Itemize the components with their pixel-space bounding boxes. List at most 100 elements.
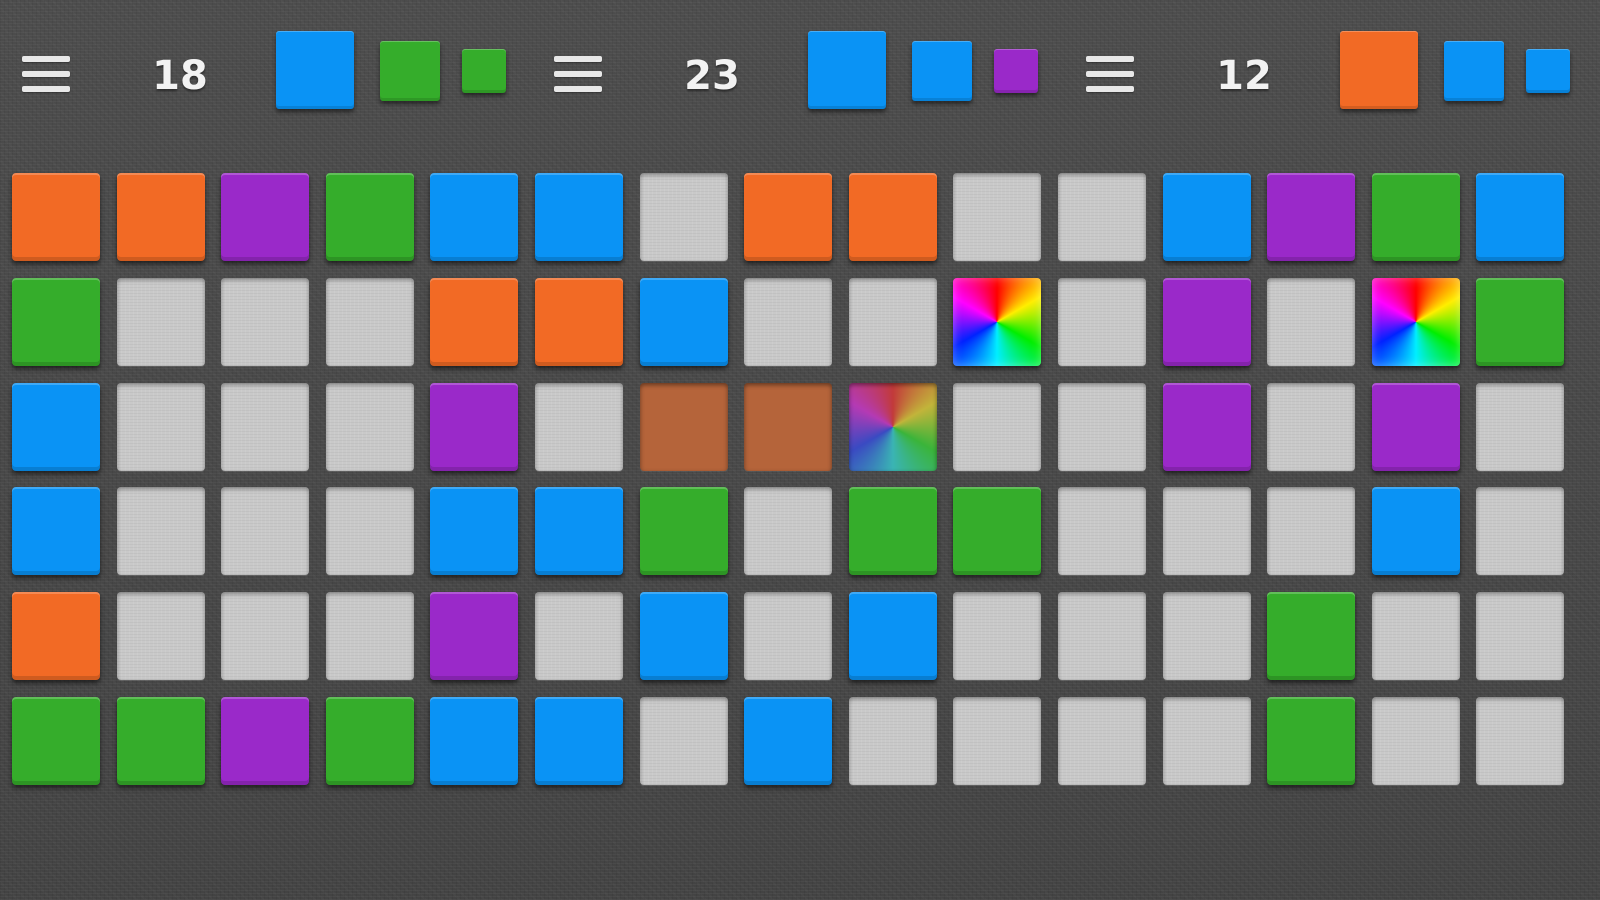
- empty-cell[interactable]: [1058, 592, 1146, 680]
- player-score: 18: [152, 53, 208, 99]
- green-tile[interactable]: [953, 487, 1041, 575]
- empty-cell[interactable]: [1476, 487, 1564, 575]
- green-tile[interactable]: [849, 487, 937, 575]
- empty-cell[interactable]: [117, 487, 205, 575]
- blue-tile[interactable]: [430, 697, 518, 785]
- purple-tile[interactable]: [1267, 173, 1355, 261]
- green-tile[interactable]: [1267, 697, 1355, 785]
- empty-cell[interactable]: [1163, 487, 1251, 575]
- empty-cell[interactable]: [1267, 487, 1355, 575]
- hamburger-menu-icon[interactable]: [22, 56, 70, 92]
- blue-tile[interactable]: [535, 697, 623, 785]
- orange-tile[interactable]: [535, 278, 623, 366]
- green-tile[interactable]: [12, 697, 100, 785]
- highlighted-cell[interactable]: [640, 383, 728, 471]
- empty-cell[interactable]: [117, 383, 205, 471]
- empty-cell[interactable]: [953, 592, 1041, 680]
- empty-cell[interactable]: [1267, 278, 1355, 366]
- green-tile[interactable]: [640, 487, 728, 575]
- highlighted-cell[interactable]: [744, 383, 832, 471]
- empty-cell[interactable]: [1163, 697, 1251, 785]
- empty-cell[interactable]: [640, 697, 728, 785]
- empty-cell[interactable]: [117, 278, 205, 366]
- blue-tile[interactable]: [12, 383, 100, 471]
- green-tile[interactable]: [1476, 278, 1564, 366]
- empty-cell[interactable]: [953, 173, 1041, 261]
- blue-tile[interactable]: [430, 173, 518, 261]
- purple-tile[interactable]: [221, 697, 309, 785]
- empty-cell[interactable]: [640, 173, 728, 261]
- empty-cell[interactable]: [849, 697, 937, 785]
- empty-cell[interactable]: [1476, 697, 1564, 785]
- green-tile[interactable]: [1267, 592, 1355, 680]
- empty-cell[interactable]: [117, 592, 205, 680]
- empty-cell[interactable]: [1267, 383, 1355, 471]
- blue-tile[interactable]: [640, 278, 728, 366]
- empty-cell[interactable]: [1058, 383, 1146, 471]
- empty-cell[interactable]: [1163, 592, 1251, 680]
- purple-tile[interactable]: [1163, 383, 1251, 471]
- purple-tile[interactable]: [1372, 383, 1460, 471]
- blue-tile[interactable]: [1372, 487, 1460, 575]
- rainbow-tile[interactable]: [953, 278, 1041, 366]
- green-tile[interactable]: [117, 697, 205, 785]
- empty-cell[interactable]: [326, 278, 414, 366]
- blue-tile[interactable]: [640, 592, 728, 680]
- empty-cell[interactable]: [1476, 383, 1564, 471]
- empty-cell[interactable]: [1058, 173, 1146, 261]
- empty-cell[interactable]: [953, 697, 1041, 785]
- blue-tile[interactable]: [535, 487, 623, 575]
- blue-tile[interactable]: [535, 173, 623, 261]
- blue-tile[interactable]: [1163, 173, 1251, 261]
- empty-cell[interactable]: [535, 383, 623, 471]
- empty-cell[interactable]: [1476, 592, 1564, 680]
- hamburger-menu-icon[interactable]: [554, 56, 602, 92]
- empty-cell[interactable]: [221, 487, 309, 575]
- hamburger-menu-icon[interactable]: [1086, 56, 1134, 92]
- empty-cell[interactable]: [744, 487, 832, 575]
- empty-cell[interactable]: [1058, 278, 1146, 366]
- green-tile[interactable]: [12, 278, 100, 366]
- empty-cell[interactable]: [326, 487, 414, 575]
- orange-tile[interactable]: [744, 173, 832, 261]
- orange-tile[interactable]: [849, 173, 937, 261]
- player-score: 23: [684, 53, 740, 99]
- next-piece-small: [462, 49, 506, 93]
- orange-tile[interactable]: [12, 173, 100, 261]
- rainbow-tile-dimmed[interactable]: [849, 383, 937, 471]
- menu-bar: [22, 56, 70, 62]
- empty-cell[interactable]: [221, 383, 309, 471]
- empty-cell[interactable]: [849, 278, 937, 366]
- orange-tile[interactable]: [430, 278, 518, 366]
- empty-cell[interactable]: [221, 278, 309, 366]
- blue-tile[interactable]: [744, 697, 832, 785]
- empty-cell[interactable]: [221, 592, 309, 680]
- empty-cell[interactable]: [326, 592, 414, 680]
- empty-cell[interactable]: [953, 383, 1041, 471]
- green-tile[interactable]: [326, 173, 414, 261]
- empty-cell[interactable]: [1372, 592, 1460, 680]
- orange-tile[interactable]: [117, 173, 205, 261]
- blue-tile[interactable]: [430, 487, 518, 575]
- game-board: [12, 173, 1600, 797]
- green-tile[interactable]: [326, 697, 414, 785]
- empty-cell[interactable]: [744, 278, 832, 366]
- empty-cell[interactable]: [1058, 697, 1146, 785]
- blue-tile[interactable]: [849, 592, 937, 680]
- blue-tile[interactable]: [12, 487, 100, 575]
- blue-tile[interactable]: [1476, 173, 1564, 261]
- next-piece-medium: [912, 41, 972, 101]
- purple-tile[interactable]: [221, 173, 309, 261]
- rainbow-tile[interactable]: [1372, 278, 1460, 366]
- purple-tile[interactable]: [1163, 278, 1251, 366]
- menu-bar: [554, 71, 602, 77]
- purple-tile[interactable]: [430, 592, 518, 680]
- empty-cell[interactable]: [744, 592, 832, 680]
- orange-tile[interactable]: [12, 592, 100, 680]
- empty-cell[interactable]: [326, 383, 414, 471]
- empty-cell[interactable]: [535, 592, 623, 680]
- empty-cell[interactable]: [1372, 697, 1460, 785]
- green-tile[interactable]: [1372, 173, 1460, 261]
- empty-cell[interactable]: [1058, 487, 1146, 575]
- purple-tile[interactable]: [430, 383, 518, 471]
